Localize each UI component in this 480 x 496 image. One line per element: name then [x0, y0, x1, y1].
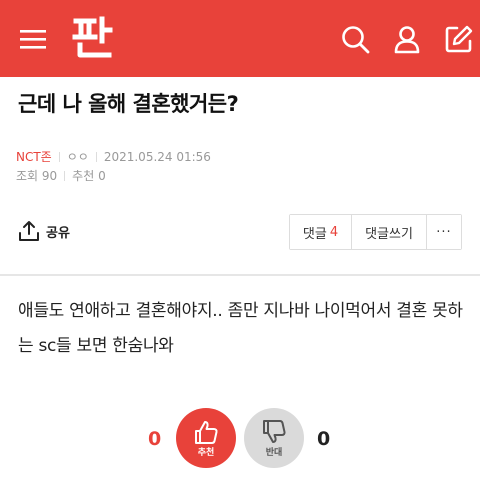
post-title: 근데 나 올해 결혼했거든? [18, 92, 239, 116]
share-label: 공유 [46, 225, 70, 241]
upvote-count: 0 [148, 428, 162, 450]
downvote-label: 반대 [265, 448, 283, 458]
write-icon[interactable] [444, 24, 474, 54]
post-meta: NCT존 ㅇㅇ 2021.05.24 01:56 [16, 148, 211, 165]
top-bar [0, 0, 480, 77]
downvote-button[interactable]: 반대 [244, 408, 304, 468]
comments-button[interactable]: 댓글 4 [290, 215, 352, 249]
post-datetime: 2021.05.24 01:56 [103, 150, 211, 164]
menu-icon[interactable] [18, 24, 48, 54]
post-stats: 조회 90 추천 0 [16, 167, 106, 184]
more-button[interactable]: ··· [427, 215, 461, 249]
upvote-button[interactable]: 추천 [176, 408, 236, 468]
meta-separator [64, 171, 66, 181]
comments-label: 댓글 [302, 226, 327, 242]
meta-separator [58, 152, 60, 162]
thumbs-up-icon [195, 421, 218, 444]
user-icon[interactable] [392, 24, 422, 54]
comments-count: 4 [329, 224, 339, 240]
downvote-count: 0 [317, 428, 331, 450]
meta-separator [95, 152, 97, 162]
post-author[interactable]: NCT존 [16, 150, 52, 164]
comment-actions: 댓글 4 댓글쓰기 ··· [289, 214, 462, 250]
share-icon [19, 221, 39, 241]
upvote-label: 추천 [197, 448, 215, 458]
pann-logo[interactable] [70, 14, 116, 60]
view-count: 조회 90 [16, 169, 58, 183]
write-comment-button[interactable]: 댓글쓰기 [352, 215, 427, 249]
post-nickname: ㅇㅇ [66, 150, 89, 164]
share-button[interactable]: 공유 [18, 220, 70, 242]
post-body: 애들도 연애하고 결혼해야지.. 좀만 지나바 나이먹어서 결혼 못하는 sc들… [18, 301, 463, 356]
search-icon[interactable] [340, 24, 370, 54]
thumbs-down-icon [263, 420, 286, 443]
recommend-count: 추천 0 [72, 169, 106, 183]
divider [0, 274, 480, 276]
vote-area: 0 추천 반대 0 [0, 408, 480, 468]
